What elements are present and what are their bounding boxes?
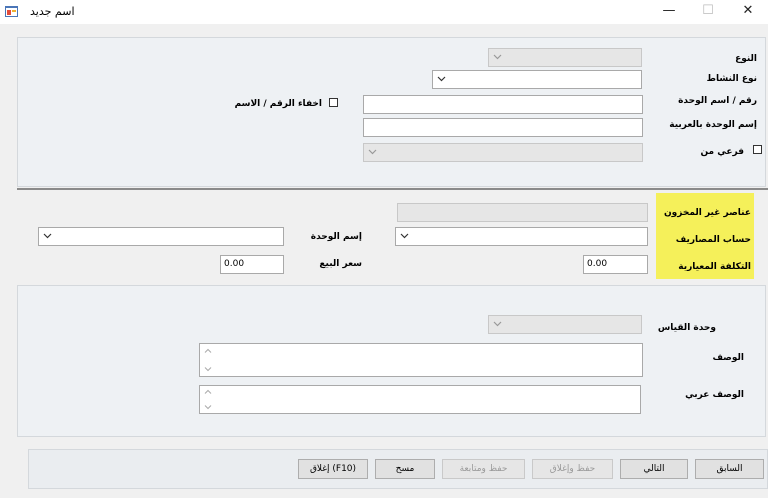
chevron-down-icon [368, 149, 377, 155]
unit-number-input[interactable] [363, 95, 643, 114]
activity-type-label: نوع النشاط [706, 74, 757, 84]
sale-price-input[interactable]: 0.00 [220, 255, 284, 274]
description-ar-textarea[interactable] [199, 385, 641, 414]
unit-name-select[interactable] [38, 227, 284, 246]
previous-button[interactable]: السابق [695, 459, 764, 479]
scroll-up-icon[interactable] [204, 388, 212, 396]
hide-number-checkbox[interactable] [329, 98, 338, 107]
chevron-down-icon [437, 76, 446, 82]
chevron-down-icon [400, 233, 409, 239]
scroll-down-icon[interactable] [204, 403, 212, 411]
chevron-down-icon [493, 321, 502, 327]
scroll-up-icon[interactable] [204, 347, 212, 355]
maximize-button[interactable]: ☐ [690, 0, 726, 24]
next-button[interactable]: التالي [620, 459, 688, 479]
measure-unit-select[interactable] [488, 315, 642, 334]
description-textarea[interactable] [199, 343, 643, 377]
standard-cost-input[interactable]: 0.00 [583, 255, 648, 274]
clear-button[interactable]: مسح [375, 459, 435, 479]
unit-number-label: رقم / اسم الوحدة [678, 96, 757, 106]
scroll-down-icon[interactable] [204, 365, 212, 373]
unit-name-ar-input[interactable] [363, 118, 643, 137]
section-divider [17, 188, 768, 190]
window-title: اسم جديد [30, 5, 75, 18]
type-label: النوع [735, 54, 757, 64]
sale-price-label: سعر البيع [319, 259, 362, 269]
hide-number-label: اخفاء الرقم / الاسم [234, 99, 322, 109]
expense-account-label: حساب المصاريف [675, 235, 751, 245]
unit-name-ar-label: إسم الوحدة بالعربية [669, 120, 757, 130]
sub-of-label: فرعي من [700, 147, 744, 157]
close-window-button[interactable]: ✕ [730, 0, 766, 24]
non-inventory-field [397, 203, 648, 222]
minimize-button[interactable]: — [651, 0, 687, 24]
description-ar-label: الوصف عربي [685, 390, 744, 400]
standard-cost-label: التكلفة المعيارية [678, 262, 751, 272]
save-continue-button[interactable]: حفظ ومتابعة [442, 459, 525, 479]
activity-type-select[interactable] [432, 70, 642, 89]
save-close-button[interactable]: حفظ وإغلاق [532, 459, 613, 479]
sub-of-checkbox[interactable] [753, 145, 762, 154]
sub-of-select[interactable] [363, 143, 643, 162]
type-select[interactable] [488, 48, 642, 67]
chevron-down-icon [43, 233, 52, 239]
non-inventory-label: عناصر غير المخزون [663, 208, 751, 218]
app-icon [5, 6, 18, 17]
description-label: الوصف [712, 353, 744, 363]
close-button[interactable]: إغلاق (F10) [298, 459, 368, 479]
expense-account-select[interactable] [395, 227, 648, 246]
chevron-down-icon [493, 54, 502, 60]
unit-name-label: إسم الوحدة [310, 232, 362, 242]
measure-unit-label: وحدة القياس [657, 323, 716, 333]
